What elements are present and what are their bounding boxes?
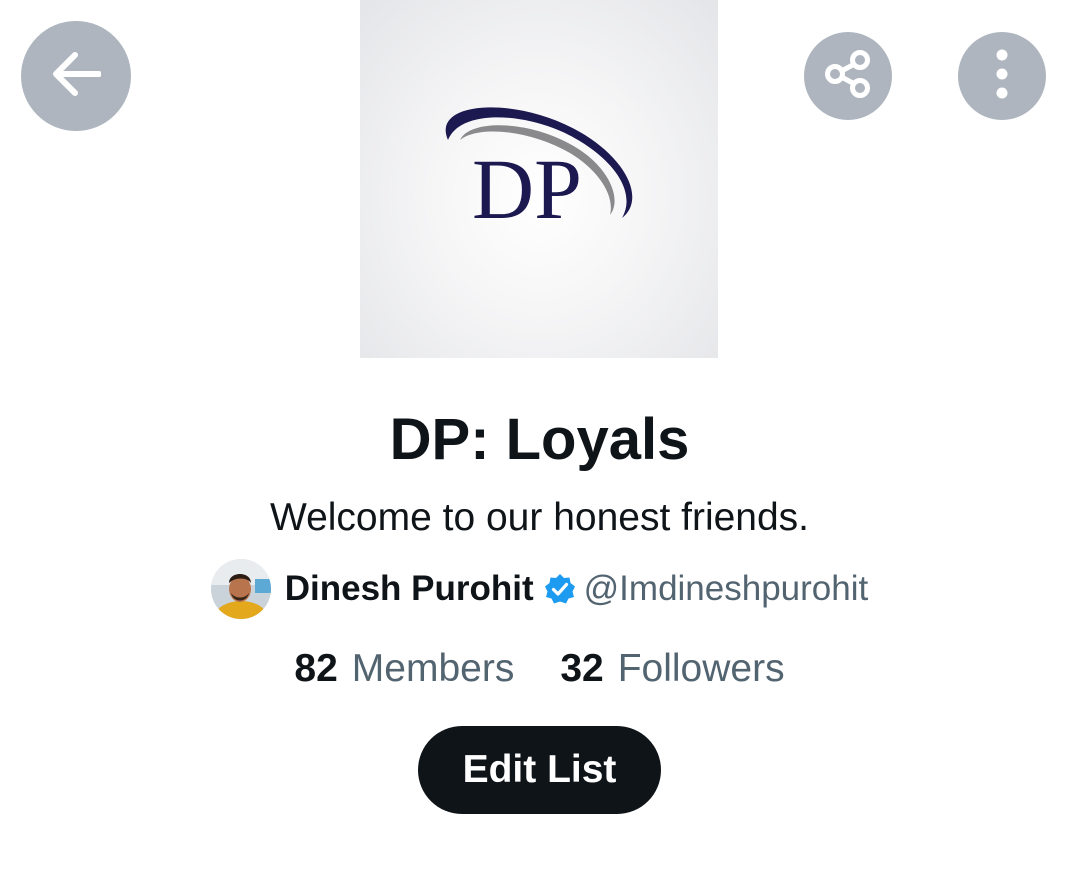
dp-logo: DP: [445, 107, 633, 237]
list-title: DP: Loyals: [389, 407, 690, 472]
followers-label: Followers: [617, 647, 785, 690]
owner-handle[interactable]: @Imdineshpurohit: [584, 569, 869, 609]
list-description: Welcome to our honest friends.: [269, 496, 810, 539]
followers-count: 32: [560, 647, 604, 690]
followers-stat[interactable]: 32 Followers: [560, 647, 784, 691]
list-stats: 82 Members 32 Followers: [0, 644, 1079, 694]
members-count: 82: [294, 647, 338, 690]
share-button[interactable]: [804, 32, 892, 120]
avatar[interactable]: [210, 559, 271, 619]
share-icon: [822, 48, 874, 105]
list-banner-image: DP: [360, 0, 718, 358]
members-stat[interactable]: 82 Members: [294, 647, 514, 691]
logo-letter-d: DP: [472, 141, 582, 237]
more-vertical-icon: [995, 49, 1009, 104]
verified-badge-icon: [544, 573, 576, 605]
back-button[interactable]: [21, 21, 131, 131]
edit-list-button[interactable]: Edit List: [418, 726, 661, 814]
owner-name[interactable]: Dinesh Purohit: [285, 569, 534, 609]
members-label: Members: [351, 647, 515, 690]
more-options-button[interactable]: [958, 32, 1046, 120]
arrow-left-icon: [51, 51, 102, 101]
list-owner[interactable]: Dinesh Purohit @Imdineshpurohit: [0, 558, 1079, 620]
